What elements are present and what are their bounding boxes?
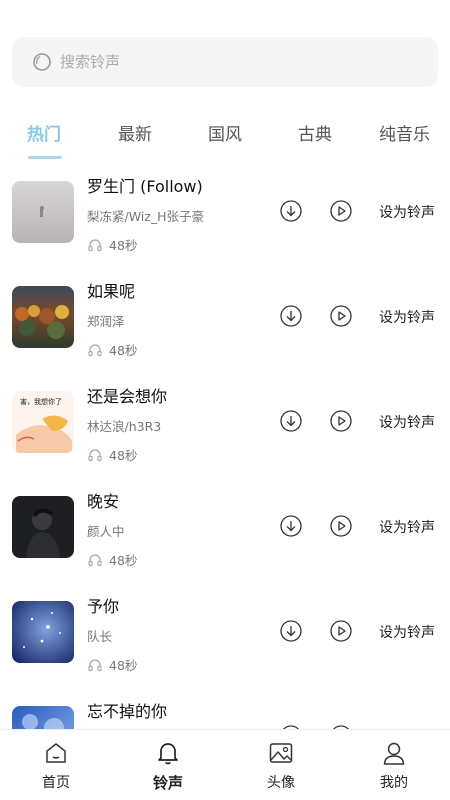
song-title: 罗生门 (Follow) [87, 177, 203, 196]
nav-ringtone-label: 铃声 [152, 774, 183, 792]
tab-pure-music[interactable]: 纯音乐 [379, 120, 430, 145]
list-item[interactable]: 予你 队长 48秒 设为铃声 [0, 585, 450, 690]
song-duration: 48秒 [109, 658, 138, 673]
set-ringtone-button[interactable]: 设为铃声 [379, 517, 435, 537]
song-artist: 梨冻紧/Wiz_H张子豪 [87, 209, 204, 224]
nav-avatar-label: 头像 [267, 775, 295, 791]
search-bar[interactable] [12, 37, 438, 87]
duration-group: 48秒 [87, 235, 137, 254]
duration-group: 48秒 [87, 445, 137, 464]
duration-group: 48秒 [87, 340, 137, 359]
song-cover [12, 601, 74, 663]
headset-icon [88, 448, 102, 461]
bottom-nav: 首页 铃声 头像 我的 [0, 729, 450, 800]
set-ringtone-button[interactable]: 设为铃声 [379, 622, 435, 642]
headset-icon [88, 343, 102, 356]
song-duration: 48秒 [109, 238, 138, 253]
download-icon[interactable] [280, 305, 302, 327]
headset-icon [88, 658, 102, 671]
nav-ringtone[interactable]: 铃声 [128, 740, 208, 793]
song-artist: 颜人中 [87, 524, 125, 539]
search-icon [33, 53, 51, 71]
nav-mine[interactable]: 我的 [354, 740, 434, 792]
song-title: 予你 [87, 597, 120, 616]
play-icon[interactable] [330, 305, 352, 327]
nav-home-label: 首页 [42, 775, 70, 791]
play-icon[interactable] [330, 515, 352, 537]
play-icon[interactable] [330, 200, 352, 222]
download-icon[interactable] [280, 515, 302, 537]
list-item[interactable]: 晚安 颜人中 48秒 设为铃声 [0, 480, 450, 585]
set-ringtone-button[interactable]: 设为铃声 [379, 412, 435, 432]
song-artist: 队长 [87, 629, 113, 644]
user-icon [383, 742, 405, 765]
song-artist: 郑润泽 [87, 314, 125, 329]
song-cover [12, 496, 74, 558]
song-title: 晚安 [87, 492, 120, 511]
download-icon[interactable] [280, 200, 302, 222]
active-tab-indicator [28, 156, 62, 159]
tab-classical[interactable]: 古典 [298, 120, 332, 145]
headset-icon [88, 553, 102, 566]
download-icon[interactable] [280, 620, 302, 642]
duration-group: 48秒 [87, 655, 137, 674]
list-item[interactable]: 如果呢 郑润泽 48秒 设为铃声 [0, 270, 450, 375]
download-icon[interactable] [280, 410, 302, 432]
nav-avatar[interactable]: 头像 [241, 740, 321, 792]
nav-home[interactable]: 首页 [16, 740, 96, 792]
song-title: 忘不掉的你 [87, 702, 168, 721]
search-input[interactable] [60, 53, 390, 71]
nav-mine-label: 我的 [380, 775, 408, 791]
duration-group: 48秒 [87, 550, 137, 569]
list-item[interactable]: 罗生门 (Follow) 梨冻紧/Wiz_H张子豪 48秒 设为铃声 [0, 165, 450, 270]
home-icon [46, 743, 66, 763]
song-duration: 48秒 [109, 343, 138, 358]
tab-latest[interactable]: 最新 [118, 120, 152, 145]
play-icon[interactable] [330, 620, 352, 642]
song-title: 还是会想你 [87, 387, 168, 406]
tab-hot[interactable]: 热门 [27, 120, 61, 145]
song-artist: 林达浪/h3R3 [87, 419, 162, 434]
headset-icon [88, 238, 102, 251]
set-ringtone-button[interactable]: 设为铃声 [379, 202, 435, 222]
song-duration: 48秒 [109, 553, 138, 568]
category-tabs: 热门 最新 国风 古典 纯音乐 [0, 112, 450, 162]
song-duration: 48秒 [109, 448, 138, 463]
song-cover: 害，我想你了 [12, 391, 74, 453]
tab-guofeng[interactable]: 国风 [208, 120, 242, 145]
list-item[interactable]: 害，我想你了 还是会想你 林达浪/h3R3 48秒 设为铃声 [0, 375, 450, 480]
svg-text:害，我想你了: 害，我想你了 [20, 397, 62, 406]
song-cover [12, 181, 74, 243]
image-icon [269, 743, 293, 763]
song-title: 如果呢 [87, 282, 136, 301]
play-icon[interactable] [330, 410, 352, 432]
song-cover [12, 286, 74, 348]
bell-icon [158, 743, 178, 765]
set-ringtone-button[interactable]: 设为铃声 [379, 307, 435, 327]
